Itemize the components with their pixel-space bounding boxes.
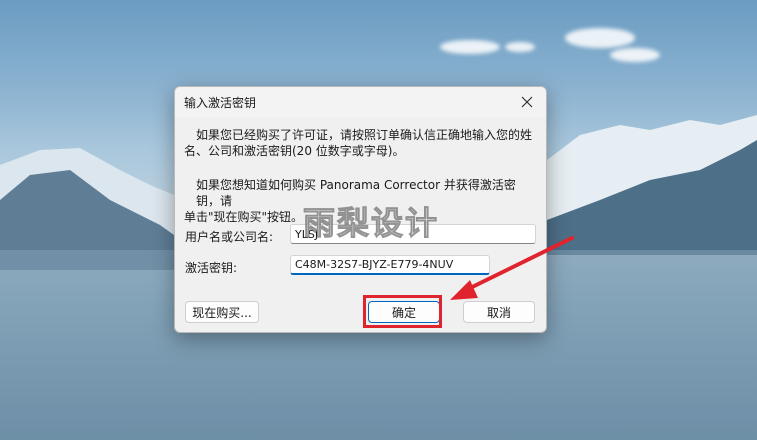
watermark-text: 雨梨设计 (302, 204, 440, 243)
